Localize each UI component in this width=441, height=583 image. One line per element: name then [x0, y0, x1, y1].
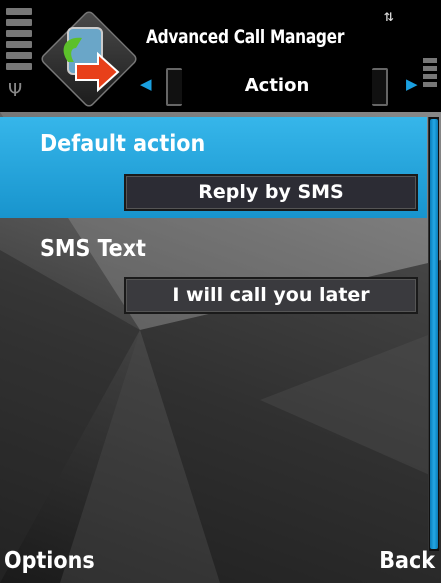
battery-icon [423, 58, 437, 90]
setting-label: Default action [40, 131, 206, 157]
arrow-left-icon[interactable]: ◀ [140, 75, 152, 93]
scrollbar-thumb[interactable] [430, 119, 438, 549]
setting-value-field[interactable]: I will call you later [124, 277, 418, 314]
status-pane: Ψ Advanced Call Manager ⇅ ◀ Action ▶ [0, 0, 441, 112]
signal-strength-icon [6, 8, 32, 74]
antenna-icon: Ψ [8, 80, 23, 101]
tab-action[interactable]: Action [188, 70, 366, 102]
setting-default-action[interactable]: Default action Reply by SMS [0, 117, 427, 218]
app-title: Advanced Call Manager [146, 26, 345, 48]
options-softkey[interactable]: Options [4, 548, 95, 574]
tab-left-cap [166, 68, 182, 106]
app-logo-icon [63, 27, 120, 93]
back-softkey[interactable]: Back [379, 548, 435, 574]
setting-sms-text[interactable]: SMS Text I will call you later [0, 222, 427, 323]
arrow-right-icon[interactable]: ▶ [406, 75, 418, 93]
scrollbar[interactable] [428, 117, 439, 551]
tab-right-cap [372, 68, 388, 106]
setting-value-field[interactable]: Reply by SMS [124, 174, 418, 211]
tab-navigator[interactable]: Action [160, 66, 394, 106]
setting-label: SMS Text [40, 236, 146, 262]
usb-connection-icon: ⇅ [384, 6, 394, 25]
